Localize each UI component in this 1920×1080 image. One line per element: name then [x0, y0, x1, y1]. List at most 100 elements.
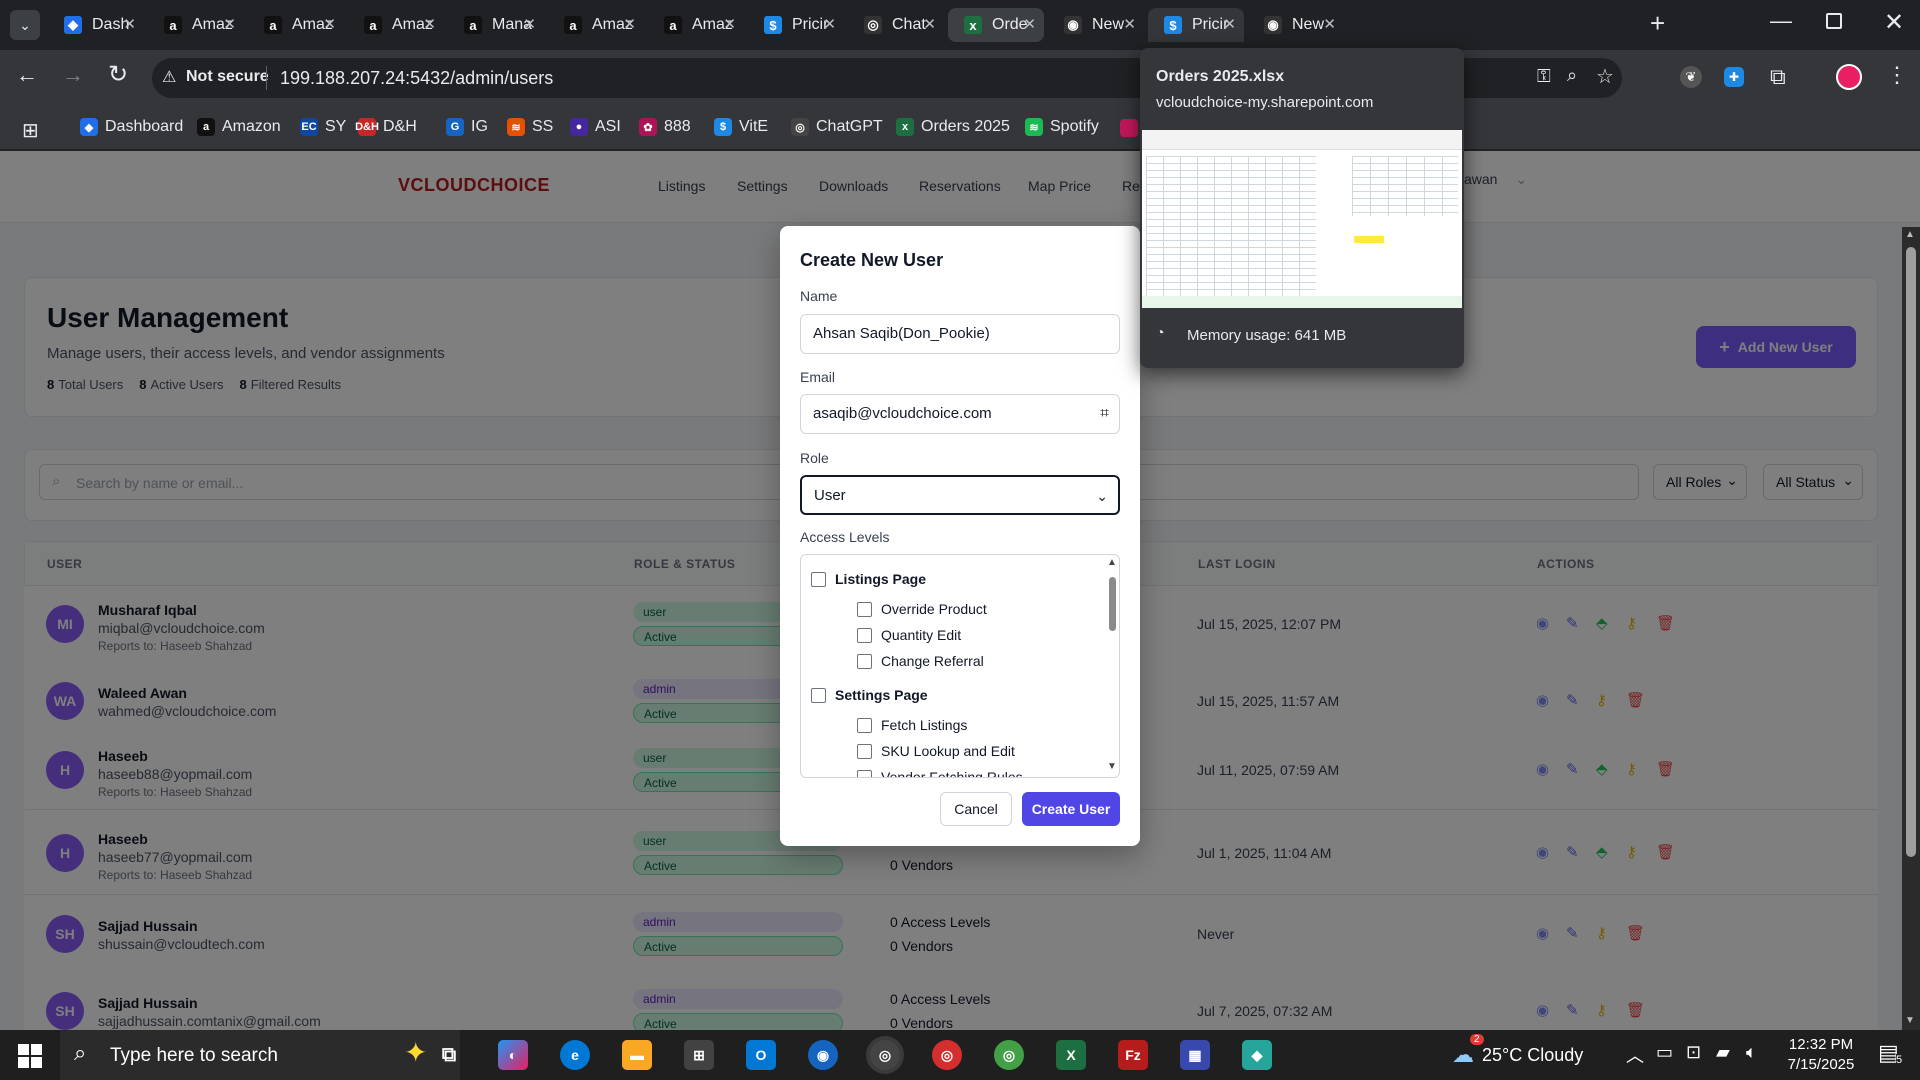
tray-chevron-icon[interactable]: ︿: [1626, 1042, 1644, 1068]
menu-kebab-icon[interactable]: ⋮: [1886, 62, 1908, 88]
tab-10[interactable]: ◉ New ✕: [1048, 8, 1144, 42]
zoom-icon[interactable]: ⌕: [1567, 65, 1577, 86]
bookmark-9[interactable]: ◎ ChatGPT: [791, 118, 883, 136]
group-label[interactable]: Listings Page: [835, 571, 926, 587]
battery-icon[interactable]: ▰: [1716, 1042, 1730, 1063]
group-checkbox[interactable]: [811, 688, 826, 703]
filezilla-icon[interactable]: Fz: [1118, 1040, 1148, 1070]
tab-4[interactable]: a Mana ✕: [448, 8, 544, 42]
tab-close-icon[interactable]: ✕: [1323, 15, 1336, 33]
calendar-icon[interactable]: ◉: [808, 1040, 838, 1070]
bookmark-11[interactable]: ≋ Spotify: [1025, 118, 1099, 136]
weather-widget[interactable]: ☁ 2 25°C Cloudy: [1452, 1034, 1583, 1068]
bookmark-1[interactable]: a Amazon: [197, 118, 281, 136]
tab-close-icon[interactable]: ✕: [123, 15, 136, 33]
permission-label[interactable]: Vendor Fetching Rules: [881, 769, 1023, 777]
edge-icon[interactable]: e: [560, 1040, 590, 1070]
tab-close-icon[interactable]: ✕: [323, 15, 336, 33]
scroll-up-arrow[interactable]: ▲: [1905, 229, 1915, 240]
chrome-icon-2[interactable]: ◎: [932, 1040, 962, 1070]
bookmark-3[interactable]: D&H D&H: [355, 118, 417, 136]
group-checkbox[interactable]: [811, 572, 826, 587]
file-explorer-icon[interactable]: ▬: [622, 1040, 652, 1070]
extension-feather-icon[interactable]: ❦: [1680, 66, 1702, 88]
close-window-button[interactable]: ✕: [1884, 8, 1904, 37]
tab-close-icon[interactable]: ✕: [723, 15, 736, 33]
scroll-thumb[interactable]: [1109, 577, 1116, 631]
scroll-up-arrow[interactable]: ▲: [1107, 557, 1117, 568]
tab-close-icon[interactable]: ✕: [423, 15, 436, 33]
copilot-icon[interactable]: ◐: [498, 1040, 528, 1070]
tab-8[interactable]: ◎ Chat ✕: [848, 8, 944, 42]
tab-12[interactable]: ◉ New ✕: [1248, 8, 1344, 42]
tab-close-icon[interactable]: ✕: [1023, 15, 1036, 33]
bookmark-2[interactable]: EC SY: [300, 118, 346, 136]
access-levels-list[interactable]: Listings Page Override Product Quantity Ed…: [800, 554, 1120, 778]
task-view-icon[interactable]: ⧉: [434, 1040, 464, 1070]
tab-search-button[interactable]: ⌄: [10, 10, 40, 40]
permission-checkbox[interactable]: [857, 628, 872, 643]
bookmark-7[interactable]: ✿ 888: [639, 118, 691, 136]
volume-icon[interactable]: 🔈︎: [1746, 1042, 1757, 1063]
chrome-icon-1[interactable]: ◎: [870, 1040, 900, 1070]
security-label[interactable]: Not secure: [186, 68, 269, 86]
forward-button[interactable]: →: [62, 62, 84, 88]
permission-label[interactable]: Override Product: [881, 601, 987, 617]
network-icon[interactable]: ▭: [1656, 1042, 1673, 1063]
email-field[interactable]: asaqib@vcloudchoice.com ⌗: [800, 394, 1120, 434]
meet-icon[interactable]: ⊡: [1686, 1042, 1701, 1063]
tab-close-icon[interactable]: ✕: [223, 15, 236, 33]
scroll-thumb[interactable]: [1906, 247, 1916, 857]
clock[interactable]: 12:32 PM 7/15/2025: [1776, 1036, 1866, 1073]
tab-0[interactable]: ◆ Dash ✕: [48, 8, 144, 42]
bookmark-5[interactable]: ≋ SS: [507, 118, 553, 136]
bookmark-extra-icon[interactable]: [1120, 119, 1138, 137]
tab-close-icon[interactable]: ✕: [1223, 15, 1236, 33]
taskbar-search-box[interactable]: ⌕ Type here to search ✦: [60, 1030, 460, 1080]
new-tab-button[interactable]: +: [1650, 8, 1665, 39]
tab-close-icon[interactable]: ✕: [523, 15, 536, 33]
tab-5[interactable]: a Amaz ✕: [548, 8, 644, 42]
permission-checkbox[interactable]: [857, 770, 872, 777]
bookmark-10[interactable]: x Orders 2025: [896, 118, 1010, 136]
restore-button[interactable]: [1826, 13, 1842, 29]
permission-checkbox[interactable]: [857, 718, 872, 733]
windows-start-icon[interactable]: [18, 1044, 42, 1068]
permission-checkbox[interactable]: [857, 602, 872, 617]
bookmark-star-icon[interactable]: ☆: [1596, 64, 1614, 89]
scroll-down-arrow[interactable]: ▼: [1107, 761, 1117, 772]
role-select[interactable]: User ⌄: [800, 475, 1120, 515]
page-scrollbar[interactable]: ▲ ▼: [1902, 227, 1920, 1030]
name-field[interactable]: Ahsan Saqib(Don_Pookie): [800, 314, 1120, 354]
tab-3[interactable]: a Amaz ✕: [348, 8, 444, 42]
url-text[interactable]: 199.188.207.24:5432/admin/users: [280, 68, 553, 89]
scroll-down-arrow[interactable]: ▼: [1905, 1015, 1915, 1026]
permission-checkbox[interactable]: [857, 744, 872, 759]
permission-checkbox[interactable]: [857, 654, 872, 669]
tab-1[interactable]: a Amaz ✕: [148, 8, 244, 42]
permission-label[interactable]: Quantity Edit: [881, 627, 961, 643]
chrome-icon-3[interactable]: ◎: [994, 1040, 1024, 1070]
bookmark-4[interactable]: G IG: [446, 118, 488, 136]
store-icon[interactable]: ⊞: [684, 1040, 714, 1070]
permission-label[interactable]: SKU Lookup and Edit: [881, 743, 1015, 759]
apps-grid-icon[interactable]: ⊞: [22, 118, 39, 143]
tab-close-icon[interactable]: ✕: [923, 15, 936, 33]
tab-2[interactable]: a Amaz ✕: [248, 8, 344, 42]
bookmark-6[interactable]: ● ASI: [570, 118, 621, 136]
permission-label[interactable]: Fetch Listings: [881, 717, 967, 733]
profile-avatar[interactable]: [1836, 64, 1862, 90]
minimize-button[interactable]: —: [1770, 8, 1792, 34]
tab-close-icon[interactable]: ✕: [823, 15, 836, 33]
permission-label[interactable]: Change Referral: [881, 653, 984, 669]
excel-icon[interactable]: X: [1056, 1040, 1086, 1070]
extension-blue-icon[interactable]: ✚: [1724, 67, 1744, 87]
cancel-button[interactable]: Cancel: [940, 792, 1012, 826]
tab-7[interactable]: $ Pricir ✕: [748, 8, 844, 42]
outlook-icon[interactable]: O: [746, 1040, 776, 1070]
tab-close-icon[interactable]: ✕: [1123, 15, 1136, 33]
password-key-icon[interactable]: ⚿: [1537, 66, 1551, 87]
list-scrollbar[interactable]: ▲ ▼: [1105, 555, 1119, 777]
create-user-button[interactable]: Create User: [1022, 792, 1120, 826]
tab-6[interactable]: a Amaz ✕: [648, 8, 744, 42]
